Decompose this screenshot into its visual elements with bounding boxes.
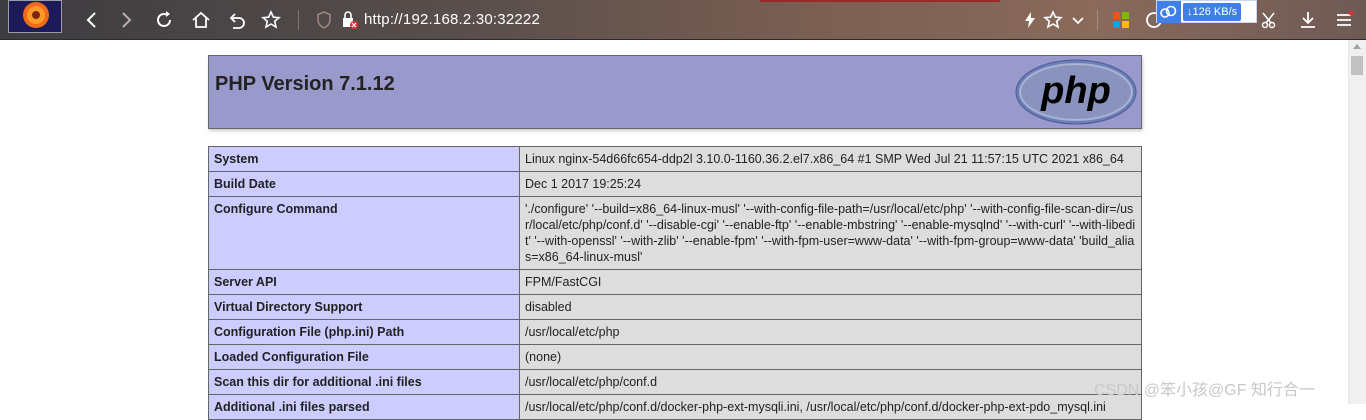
row-value: /usr/local/etc/php/conf.d (519, 369, 1142, 395)
php-logo-text: php (1040, 70, 1111, 112)
row-value: /usr/local/etc/php/conf.d/docker-php-ext… (519, 394, 1142, 420)
row-label: Configure Command (208, 196, 520, 270)
back-button[interactable] (80, 8, 104, 32)
toolbar-separator (1097, 10, 1098, 30)
undo-button[interactable] (225, 8, 249, 32)
cloud-icon (1157, 0, 1181, 23)
php-logo-icon: php (1015, 59, 1137, 125)
undo-icon (229, 13, 245, 29)
scroll-thumb[interactable] (1351, 56, 1363, 75)
back-icon (86, 12, 96, 28)
php-info-table: System Linux nginx-54d66fc654-ddp2l 3.10.… (208, 146, 1142, 420)
apps-button[interactable] (1109, 8, 1133, 32)
row-label: Virtual Directory Support (208, 294, 520, 320)
profile-avatar[interactable] (8, 0, 62, 33)
forward-button[interactable] (114, 8, 138, 32)
row-value: disabled (519, 294, 1142, 320)
favorite-button[interactable] (1041, 8, 1065, 32)
table-row: Virtual Directory Support disabled (208, 294, 1142, 320)
scissors-icon (1261, 12, 1276, 29)
table-row: Build Date Dec 1 2017 19:25:24 (208, 171, 1142, 197)
lightning-button[interactable] (1018, 8, 1042, 32)
reload-button[interactable] (152, 8, 176, 32)
flower-avatar-icon (9, 1, 61, 32)
tab-indicator (760, 0, 1000, 2)
address-bar-url[interactable]: http://192.168.2.30:32222 (364, 10, 540, 30)
toolbar-separator (298, 10, 299, 30)
download-button[interactable] (1296, 8, 1320, 32)
apps-grid-icon (1113, 12, 1129, 28)
browser-toolbar: http://192.168.2.30:32222 ↓126 KB/s (0, 0, 1366, 40)
scroll-up-arrow-icon[interactable] (1353, 44, 1361, 49)
insecure-lock-icon (343, 11, 358, 29)
row-value: Linux nginx-54d66fc654-ddp2l 3.10.0-1160… (519, 146, 1142, 172)
lightning-icon (1025, 12, 1035, 28)
table-row: System Linux nginx-54d66fc654-ddp2l 3.10.… (208, 146, 1142, 172)
row-label: Server API (208, 269, 520, 295)
table-row: Configure Command './configure' '--build=… (208, 196, 1142, 270)
reload-icon (157, 11, 171, 27)
network-speed-text: ↓126 KB/s (1183, 2, 1242, 21)
table-row: Loaded Configuration File (none) (208, 344, 1142, 370)
page-title: PHP Version 7.1.12 (215, 73, 395, 95)
star-icon (1043, 10, 1063, 29)
home-button[interactable] (189, 8, 213, 32)
table-row: Scan this dir for additional .ini files /… (208, 369, 1142, 395)
table-row: Additional .ini files parsed/usr/local/e… (208, 394, 1142, 420)
home-icon (192, 11, 210, 28)
bookmark-star-button[interactable] (259, 8, 283, 32)
row-value: /usr/local/etc/php (519, 319, 1142, 345)
row-label: Additional .ini files parsed (208, 394, 520, 420)
row-value: Dec 1 2017 19:25:24 (519, 171, 1142, 197)
row-label: Build Date (208, 171, 520, 197)
chevron-down-icon (1072, 17, 1084, 25)
table-row: Server API FPM/FastCGI (208, 269, 1142, 295)
bookmark-star-icon (261, 10, 281, 29)
php-version-header: PHP Version 7.1.12 php (208, 55, 1142, 129)
dropdown-button[interactable] (1066, 8, 1090, 32)
menu-icon (1337, 10, 1354, 26)
row-label: Loaded Configuration File (208, 344, 520, 370)
row-value: (none) (519, 344, 1142, 370)
table-row: Configuration File (php.ini) Path/usr/lo… (208, 319, 1142, 345)
forward-icon (122, 12, 132, 28)
row-value: './configure' '--build=x86_64-linux-musl… (519, 196, 1142, 270)
row-value: FPM/FastCGI (519, 269, 1142, 295)
csdn-watermark: CSDN @笨小孩@GF 知行合一 (1094, 382, 1315, 399)
shield-button[interactable] (312, 8, 336, 32)
vertical-scrollbar[interactable] (1348, 40, 1366, 404)
site-security-button[interactable] (337, 8, 361, 32)
download-icon (1301, 12, 1315, 28)
menu-button[interactable] (1332, 8, 1356, 32)
row-label: Configuration File (php.ini) Path (208, 319, 520, 345)
network-speed-value: 126 KB/s (1192, 5, 1238, 18)
network-speed-badge[interactable]: ↓126 KB/s (1156, 0, 1257, 23)
row-label: System (208, 146, 520, 172)
row-label: Scan this dir for additional .ini files (208, 369, 520, 395)
screenshot-button[interactable] (1258, 8, 1282, 32)
shield-icon (317, 11, 331, 29)
